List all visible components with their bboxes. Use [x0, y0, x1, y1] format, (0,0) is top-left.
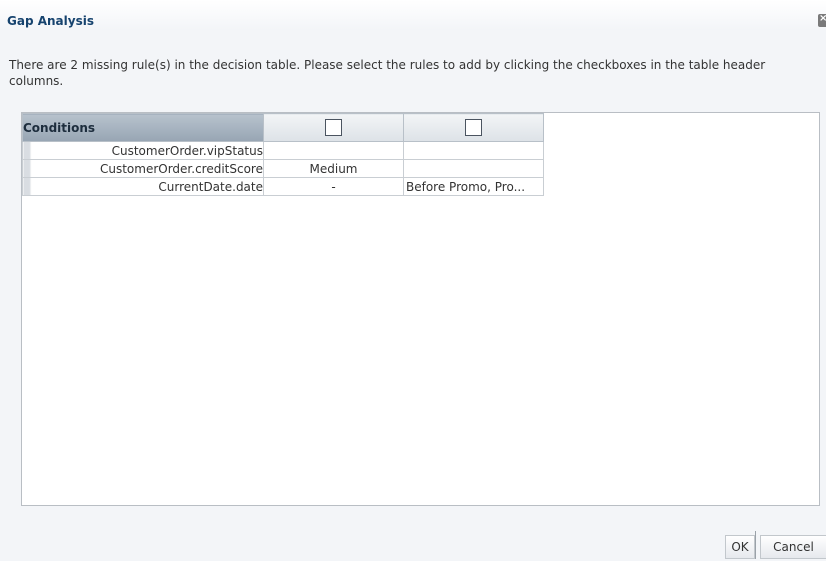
table-row: CustomerOrder.vipStatus — [22, 141, 544, 160]
gap-analysis-dialog: Gap Analysis × There are 2 missing rule(… — [0, 0, 826, 561]
rule-1-header — [263, 113, 404, 142]
rule-1-checkbox[interactable] — [325, 119, 342, 136]
rule-cell — [263, 141, 404, 160]
rule-2-header — [403, 113, 544, 142]
button-divider — [755, 531, 756, 559]
condition-label: CurrentDate.date — [22, 177, 264, 196]
rule-cell — [403, 141, 544, 160]
ok-button[interactable]: OK — [725, 535, 755, 559]
rule-cell — [403, 159, 544, 178]
rule-2-checkbox[interactable] — [465, 119, 482, 136]
dialog-title: Gap Analysis — [7, 14, 94, 28]
table-row: CustomerOrder.creditScore Medium — [22, 159, 544, 178]
gap-analysis-table: Conditions CustomerOrder.vipStatus Custo… — [22, 113, 544, 196]
condition-label: CustomerOrder.vipStatus — [22, 141, 264, 160]
condition-label: CustomerOrder.creditScore — [22, 159, 264, 178]
rule-cell: - — [263, 177, 404, 196]
instruction-message: There are 2 missing rule(s) in the decis… — [9, 58, 766, 88]
conditions-header: Conditions — [22, 113, 264, 142]
rule-cell: Before Promo, Pro... — [403, 177, 544, 196]
table-header-row: Conditions — [22, 113, 544, 142]
gap-table-panel: Conditions CustomerOrder.vipStatus Custo… — [21, 112, 820, 506]
rule-cell: Medium — [263, 159, 404, 178]
table-row: CurrentDate.date - Before Promo, Pro... — [22, 177, 544, 196]
cancel-button[interactable]: Cancel — [760, 535, 826, 559]
close-icon[interactable]: × — [818, 14, 826, 27]
